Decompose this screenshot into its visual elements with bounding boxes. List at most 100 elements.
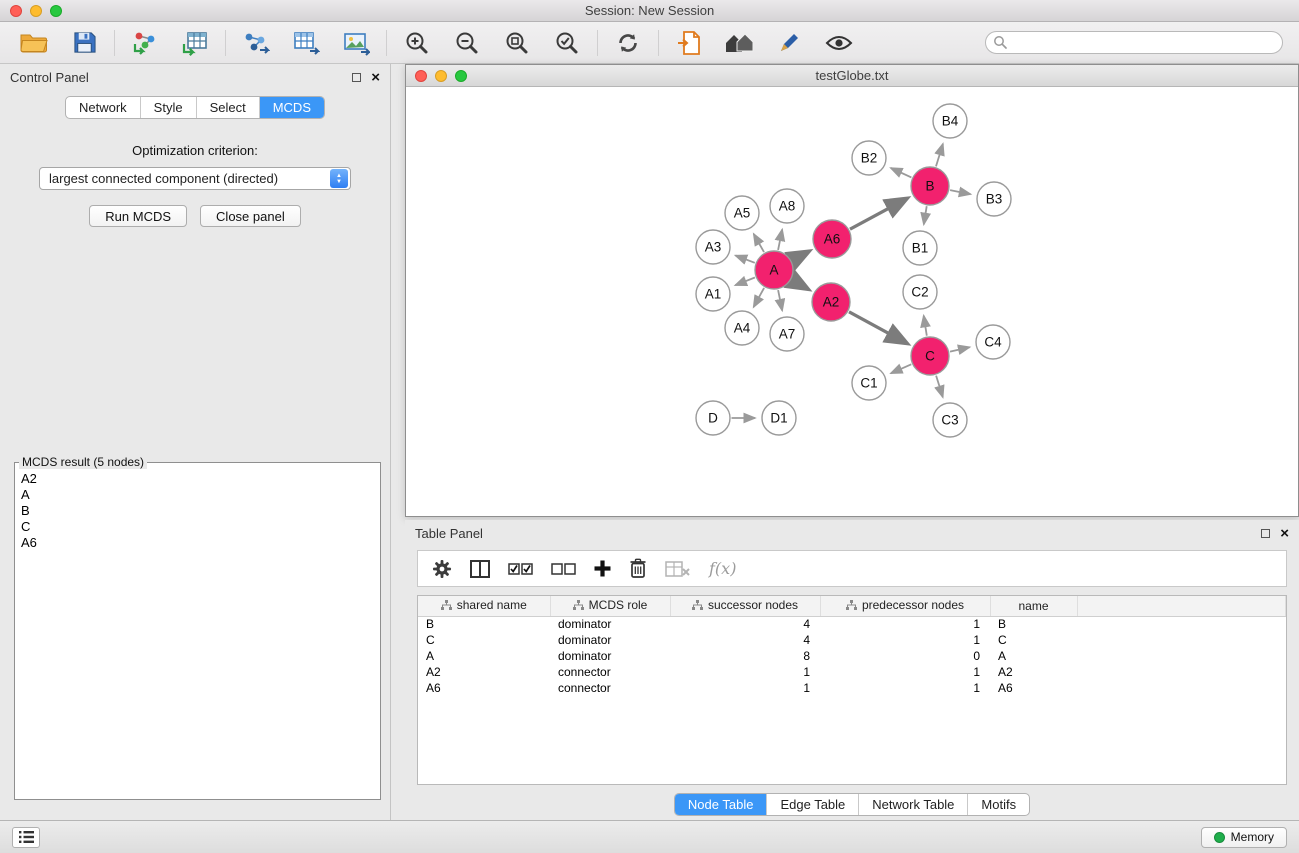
table-cell[interactable]: A	[990, 648, 1077, 664]
table-settings-button[interactable]	[432, 559, 452, 579]
mcds-result-item[interactable]: A	[21, 487, 374, 503]
graph-edge-A-A2[interactable]	[791, 280, 807, 289]
deselect-all-rows-button[interactable]	[551, 561, 576, 577]
tab-style[interactable]: Style	[141, 97, 197, 118]
column-header-successor-nodes[interactable]: successor nodes	[670, 596, 820, 616]
table-cell[interactable]: A6	[418, 680, 550, 696]
tab-motifs[interactable]: Motifs	[968, 794, 1029, 815]
graph-edge-A-A3[interactable]	[735, 256, 754, 263]
apply-layout-button[interactable]	[610, 27, 646, 59]
function-builder-button[interactable]: f(x)	[709, 559, 736, 578]
export-network-button[interactable]	[238, 27, 274, 59]
zoom-out-button[interactable]	[449, 27, 485, 59]
close-network-window-button[interactable]	[415, 70, 427, 82]
float-table-panel-icon[interactable]	[1261, 529, 1270, 538]
close-panel-icon[interactable]: ×	[371, 70, 380, 85]
mcds-result-item[interactable]: B	[21, 503, 374, 519]
mcds-result-list[interactable]: A2ABCA6	[15, 469, 380, 793]
show-columns-button[interactable]	[470, 560, 490, 578]
zoom-in-button[interactable]	[399, 27, 435, 59]
table-row[interactable]: Cdominator41C	[418, 632, 1286, 648]
zoom-selected-button[interactable]	[549, 27, 585, 59]
column-header-name[interactable]: name	[990, 596, 1077, 616]
table-cell[interactable]: 0	[820, 648, 990, 664]
tab-network-table[interactable]: Network Table	[859, 794, 968, 815]
column-header-shared-name[interactable]: shared name	[418, 596, 550, 616]
table-cell[interactable]: A	[418, 648, 550, 664]
table-cell[interactable]: connector	[550, 680, 670, 696]
tab-mcds[interactable]: MCDS	[260, 97, 324, 118]
table-cell[interactable]: 1	[820, 616, 990, 632]
table-cell[interactable]: A2	[418, 664, 550, 680]
table-cell[interactable]: connector	[550, 664, 670, 680]
table-cell[interactable]: 4	[670, 632, 820, 648]
close-window-button[interactable]	[10, 5, 22, 17]
table-row[interactable]: Bdominator41B	[418, 616, 1286, 632]
table-cell[interactable]: 1	[820, 680, 990, 696]
table-cell[interactable]: 1	[820, 664, 990, 680]
table-row[interactable]: A6connector11A6	[418, 680, 1286, 696]
tab-network[interactable]: Network	[66, 97, 141, 118]
graph-edge-A-A7[interactable]	[778, 290, 782, 310]
table-cell[interactable]: C	[418, 632, 550, 648]
table-cell[interactable]: B	[990, 616, 1077, 632]
mcds-result-item[interactable]: C	[21, 519, 374, 535]
delete-column-button[interactable]	[629, 558, 647, 579]
add-column-button[interactable]	[594, 560, 611, 577]
table-cell[interactable]: dominator	[550, 648, 670, 664]
graph-edge-A6-B[interactable]	[850, 198, 907, 229]
table-cell[interactable]: 1	[670, 680, 820, 696]
open-session-button[interactable]	[16, 27, 52, 59]
column-header-mcds-role[interactable]: MCDS role	[550, 596, 670, 616]
mcds-result-item[interactable]: A6	[21, 535, 374, 551]
home-button[interactable]	[721, 27, 757, 59]
task-history-button[interactable]	[12, 827, 40, 848]
table-cell[interactable]: 8	[670, 648, 820, 664]
export-image-button[interactable]	[338, 27, 374, 59]
minimize-network-window-button[interactable]	[435, 70, 447, 82]
table-row[interactable]: Adominator80A	[418, 648, 1286, 664]
table-cell[interactable]: A6	[990, 680, 1077, 696]
graph-edge-A-A4[interactable]	[753, 288, 764, 307]
tab-select[interactable]: Select	[197, 97, 260, 118]
network-window-titlebar[interactable]: testGlobe.txt	[406, 65, 1298, 87]
tab-node-table[interactable]: Node Table	[675, 794, 768, 815]
open-document-button[interactable]	[671, 27, 707, 59]
table-cell[interactable]: dominator	[550, 632, 670, 648]
import-table-button[interactable]	[177, 27, 213, 59]
graph-edge-A-A6[interactable]	[792, 251, 809, 260]
graph-edge-C-C2[interactable]	[923, 316, 926, 336]
import-network-button[interactable]	[127, 27, 163, 59]
graph-edge-C-C1[interactable]	[890, 364, 910, 373]
annotation-button[interactable]	[771, 27, 807, 59]
graph-edge-A-A5[interactable]	[753, 234, 763, 252]
graph-edge-B-B4[interactable]	[936, 144, 943, 167]
table-cell[interactable]: dominator	[550, 616, 670, 632]
graph-edge-C-C4[interactable]	[950, 347, 970, 351]
optimization-criterion-select[interactable]: largest connected component (directed) ▲…	[39, 167, 351, 190]
save-session-button[interactable]	[66, 27, 102, 59]
float-panel-icon[interactable]	[352, 73, 361, 82]
delete-table-button[interactable]	[665, 560, 691, 578]
graph-edge-A2-C[interactable]	[849, 312, 907, 344]
close-panel-button[interactable]: Close panel	[200, 205, 301, 227]
run-mcds-button[interactable]: Run MCDS	[89, 205, 187, 227]
table-row[interactable]: A2connector11A2	[418, 664, 1286, 680]
zoom-fit-button[interactable]	[499, 27, 535, 59]
graph-edge-B-B1[interactable]	[923, 206, 926, 224]
memory-button[interactable]: Memory	[1201, 827, 1287, 848]
tab-edge-table[interactable]: Edge Table	[767, 794, 859, 815]
maximize-window-button[interactable]	[50, 5, 62, 17]
graph-edge-A-A8[interactable]	[778, 230, 782, 250]
table-cell[interactable]: 4	[670, 616, 820, 632]
show-hide-button[interactable]	[821, 27, 857, 59]
network-canvas[interactable]: B4B2BB3A5A8A6A3B1AC2A1A2A4A7C4CC1DD1C3	[406, 87, 1298, 516]
minimize-window-button[interactable]	[30, 5, 42, 17]
network-graph[interactable]: B4B2BB3A5A8A6A3B1AC2A1A2A4A7C4CC1DD1C3	[408, 87, 1297, 513]
mcds-result-item[interactable]: A2	[21, 471, 374, 487]
table-cell[interactable]: 1	[820, 632, 990, 648]
search-input[interactable]	[985, 31, 1283, 54]
graph-edge-A-A1[interactable]	[735, 278, 755, 286]
column-header-predecessor-nodes[interactable]: predecessor nodes	[820, 596, 990, 616]
table-cell[interactable]: A2	[990, 664, 1077, 680]
